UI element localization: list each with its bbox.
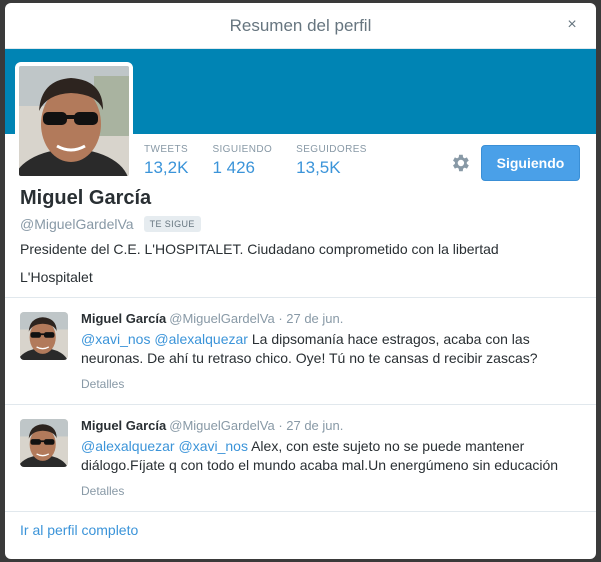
tweet-text-line: Alex, con este sujeto no se puede manten… [247, 438, 525, 454]
profile-bio: Presidente del C.E. L'HOSPITALET. Ciudad… [20, 241, 499, 257]
full-profile-link[interactable]: Ir al perfil completo [20, 522, 138, 538]
following-button[interactable]: Siguiendo [481, 145, 580, 181]
follows-you-badge: TE SIGUE [143, 216, 201, 232]
modal-header: Resumen del perfil × [5, 3, 596, 49]
tweet-date[interactable]: · 27 de jun. [275, 418, 343, 433]
tweet-date[interactable]: · 27 de jun. [275, 311, 343, 326]
tweet-text: @xavi_nos @alexalquezar La dipsomanía ha… [81, 330, 581, 368]
tweet-item[interactable]: Miguel García @MiguelGardelVa · 27 de jun… [5, 405, 596, 512]
gear-icon[interactable] [449, 152, 471, 174]
tweet-text: @alexalquezar @xavi_nos Alex, con este s… [81, 437, 581, 475]
profile-card: TWEETS 13,2K SIGUIENDO 1 426 SEGUIDORES … [5, 62, 596, 297]
profile-handle[interactable]: @MiguelGardelVa [20, 216, 134, 232]
stat-value: 13,2K [144, 158, 189, 177]
mention-link[interactable]: @alexalquezar [81, 438, 175, 454]
modal-title: Resumen del perfil [229, 16, 372, 35]
tweet-author-handle[interactable]: @MiguelGardelVa [169, 311, 274, 326]
profile-summary-modal: Resumen del perfil × TWEETS 13,2K SIGUIE… [5, 3, 596, 559]
stat-followers[interactable]: SEGUIDORES 13,5K [296, 144, 367, 178]
stat-tweets[interactable]: TWEETS 13,2K [144, 144, 188, 178]
stat-label: TWEETS [144, 144, 189, 155]
tweet-text-line: diálogo.Fíjate q con todo el mundo acaba… [81, 457, 559, 473]
mention-link[interactable]: @xavi_nos [179, 438, 248, 454]
tweet-avatar[interactable] [20, 312, 68, 360]
tweet-author-name[interactable]: Miguel García [81, 311, 166, 326]
tweet-header: Miguel García @MiguelGardelVa · 27 de jun… [81, 418, 343, 433]
stat-following[interactable]: SIGUIENDO 1 426 [212, 144, 272, 178]
tweet-details-link[interactable]: Detalles [81, 377, 124, 391]
stat-label: SIGUIENDO [212, 144, 273, 155]
profile-stats: TWEETS 13,2K SIGUIENDO 1 426 SEGUIDORES … [144, 144, 391, 178]
handle-row: @MiguelGardelVa TE SIGUE [20, 216, 201, 232]
stat-value: 13,5K [296, 158, 341, 177]
mention-link[interactable]: @xavi_nos [81, 331, 150, 347]
tweet-details-link[interactable]: Detalles [81, 484, 124, 498]
profile-name[interactable]: Miguel García [20, 187, 151, 210]
tweet-author-handle[interactable]: @MiguelGardelVa [169, 418, 274, 433]
profile-location: L'Hospitalet [20, 269, 93, 285]
tweet-text-line: neuronas. De ahí tu retraso chico. Oye! … [81, 350, 538, 366]
mention-link[interactable]: @alexalquezar [154, 331, 248, 347]
close-icon[interactable]: × [562, 15, 582, 35]
tweet-avatar[interactable] [20, 419, 68, 467]
profile-avatar[interactable] [15, 62, 133, 180]
tweet-text-line: La dipsomanía hace estragos, acaba con l… [247, 331, 530, 347]
tweet-author-name[interactable]: Miguel García [81, 418, 166, 433]
tweet-item[interactable]: Miguel García @MiguelGardelVa · 27 de jun… [5, 298, 596, 405]
tweet-header: Miguel García @MiguelGardelVa · 27 de jun… [81, 311, 343, 326]
stat-label: SEGUIDORES [296, 144, 367, 155]
stat-value: 1 426 [212, 158, 255, 177]
